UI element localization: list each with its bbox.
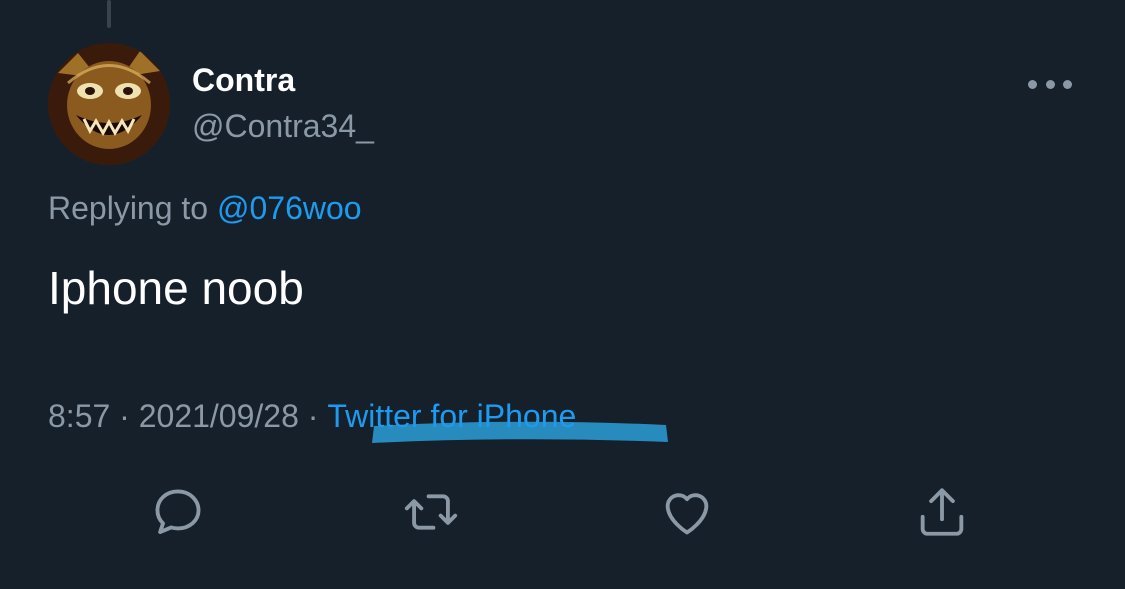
action-bar [0, 480, 1125, 550]
more-options-icon[interactable] [1028, 76, 1072, 92]
retweet-icon [404, 494, 458, 530]
replying-to-line: Replying to @076woo [48, 190, 362, 227]
avatar-demon-face-icon [48, 43, 170, 165]
meta-separator: · [307, 398, 319, 434]
tweet-time: 8:57 [48, 398, 111, 434]
retweet-button[interactable] [399, 480, 463, 544]
heart-icon [665, 493, 709, 535]
tweet-text: Iphone noob [48, 262, 304, 314]
replying-to-mention[interactable]: @076woo [217, 190, 362, 226]
tweet-source-link[interactable]: Twitter for iPhone [327, 398, 576, 435]
thread-connector-line [107, 0, 111, 28]
reply-icon [155, 489, 201, 534]
reply-button[interactable] [146, 480, 210, 544]
share-icon [920, 488, 964, 536]
like-button[interactable] [655, 480, 719, 544]
user-handle[interactable]: @Contra34_ [192, 108, 374, 145]
tweet-date: 2021/09/28 [138, 398, 299, 434]
replying-prefix: Replying to [48, 190, 209, 226]
share-button[interactable] [910, 480, 974, 544]
display-name[interactable]: Contra [192, 62, 295, 99]
tweet-meta: 8:57 · 2021/09/28 · Twitter for iPhone [48, 398, 576, 435]
meta-separator: · [119, 398, 130, 434]
avatar[interactable] [48, 43, 170, 165]
